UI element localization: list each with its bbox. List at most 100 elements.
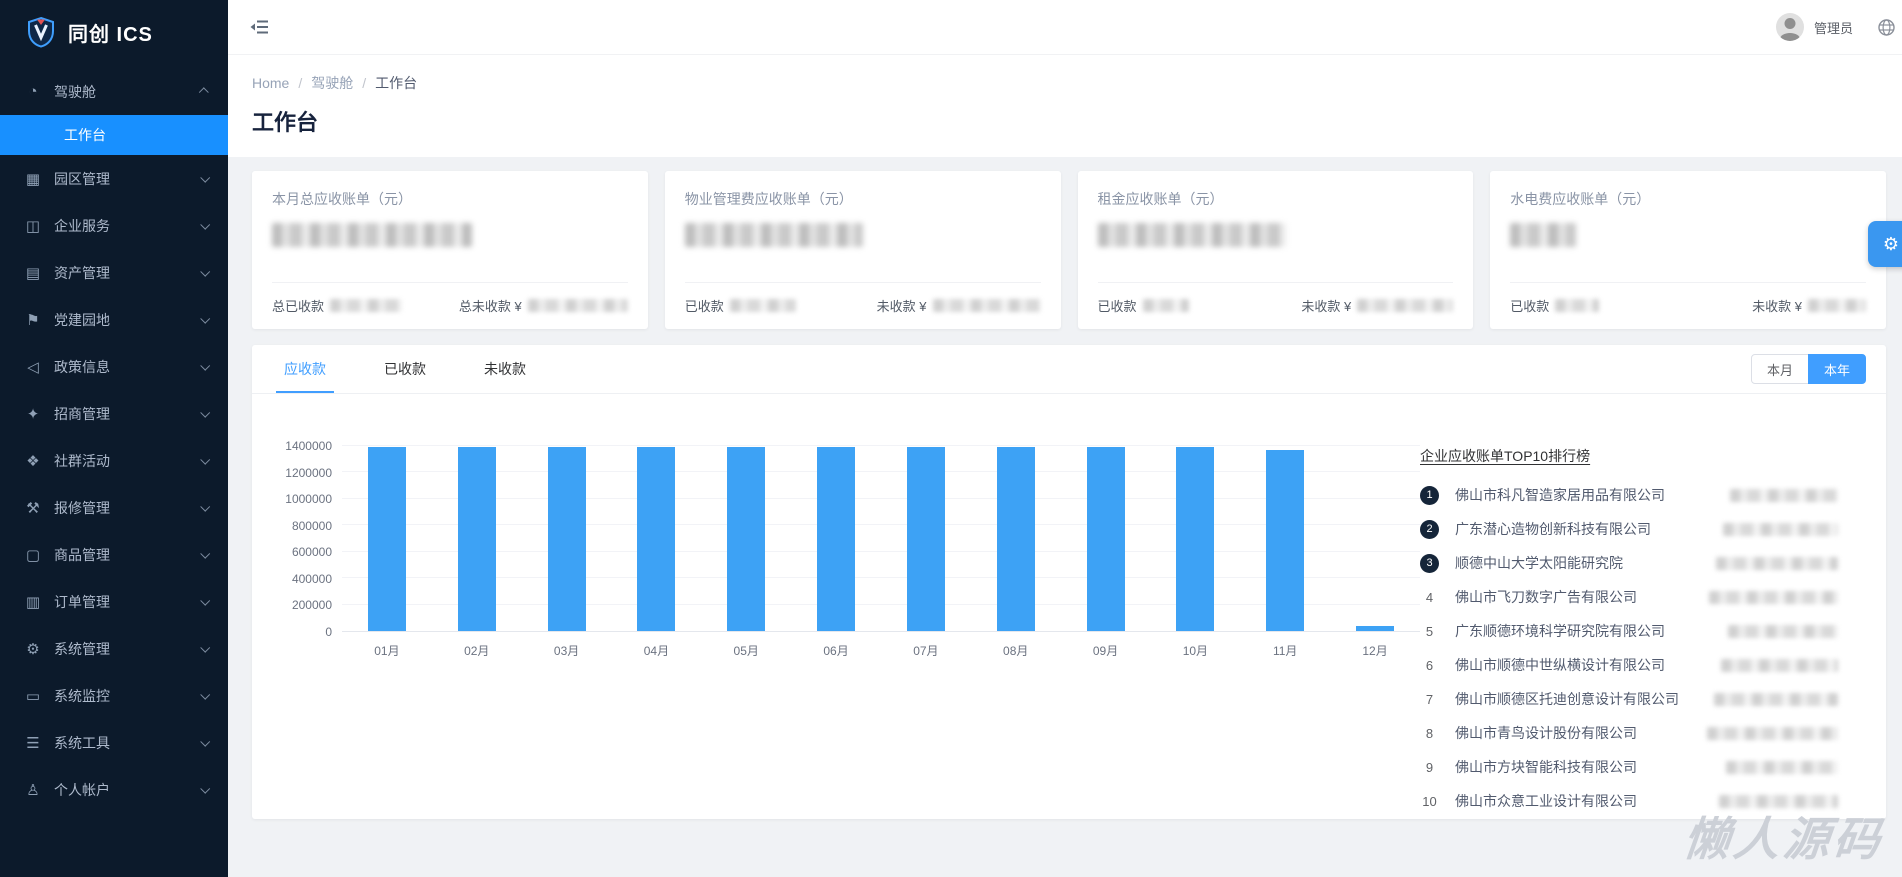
breadcrumb-item: 工作台 bbox=[375, 75, 418, 91]
redacted-value bbox=[684, 223, 863, 247]
sidebar-subitem-workbench[interactable]: 工作台 bbox=[0, 115, 228, 155]
x-tick-label: 06月 bbox=[823, 644, 849, 658]
footer-right-label: 未收款 ¥ bbox=[1301, 299, 1352, 314]
chevron-down-icon bbox=[200, 219, 211, 230]
footer-left-group: 已收款 bbox=[1098, 296, 1189, 315]
sidebar-item-investment[interactable]: ✦ 招商管理 bbox=[0, 390, 228, 437]
breadcrumb: Home / 驾驶舱 / 工作台 bbox=[252, 73, 1878, 93]
breadcrumb-separator: / bbox=[362, 75, 367, 91]
app-root: 同创 ICS ◔ 驾驶舱 工作台 ▦ 园区管理 ◫ 企业服务 ▤ 资产管理 ⚑ 党建园地 ◁ 政策信息 ✦… bbox=[0, 0, 1902, 877]
top10-row: 2 广东潜心造物创新科技有限公司 bbox=[1420, 512, 1838, 546]
admin-name[interactable]: 管理员 bbox=[1814, 18, 1853, 37]
community-icon: ❖ bbox=[26, 452, 40, 470]
company-name: 顺德中山大学太阳能研究院 bbox=[1455, 555, 1623, 571]
breadcrumb-item[interactable]: Home bbox=[252, 75, 289, 91]
chevron-down-icon bbox=[200, 595, 211, 606]
tab-received[interactable]: 已收款 bbox=[376, 345, 434, 393]
chevron-down-icon bbox=[200, 736, 211, 747]
footer-right-group: 总未收款 ¥ bbox=[459, 296, 628, 315]
breadcrumb-separator: / bbox=[298, 75, 303, 91]
top10-row: 9 佛山市方块智能科技有限公司 bbox=[1420, 750, 1838, 784]
footer-right-label: 未收款 ¥ bbox=[1752, 299, 1802, 314]
stat-card-utility: 水电费应收账单（元） 已收款 未收款 ¥ bbox=[1490, 171, 1886, 329]
sidebar-item-monitor[interactable]: ▭ 系统监控 bbox=[0, 672, 228, 719]
breadcrumb-item[interactable]: 驾驶舱 bbox=[311, 73, 353, 93]
chart-x-axis: 01月 02月 03月 04月 05月 06月 07月 08月 09月 10月 11月 12月 bbox=[342, 632, 1420, 659]
avatar[interactable] bbox=[1775, 13, 1804, 41]
enterprise-icon: ◫ bbox=[25, 217, 41, 235]
y-tick-label: 200000 bbox=[291, 598, 332, 613]
logo[interactable]: 同创 ICS bbox=[0, 0, 228, 64]
chart-plot-column: 01月 02月 03月 04月 05月 06月 07月 08月 09月 10月 11月 12月 bbox=[342, 445, 1420, 659]
sidebar-item-party[interactable]: ⚑ 党建园地 bbox=[0, 296, 228, 343]
x-tick-label: 03月 bbox=[553, 644, 580, 658]
bar-10月 bbox=[1176, 447, 1215, 631]
sidebar-item-asset[interactable]: ▤ 资产管理 bbox=[0, 249, 228, 296]
footer-left-label: 已收款 bbox=[1097, 299, 1137, 314]
period-button-month[interactable]: 本月 bbox=[1750, 354, 1809, 384]
sidebar-item-label: 订单管理 bbox=[54, 593, 110, 610]
page-title: 工作台 bbox=[252, 110, 319, 135]
bar-07月 bbox=[906, 447, 945, 631]
sidebar-item-community[interactable]: ❖ 社群活动 bbox=[0, 437, 228, 484]
order-icon: ▥ bbox=[25, 593, 41, 611]
bar-column bbox=[611, 446, 701, 631]
footer-right-group: 未收款 ¥ bbox=[1301, 296, 1454, 315]
x-tick-label: 11月 bbox=[1272, 644, 1298, 658]
sidebar-item-label: 资产管理 bbox=[54, 264, 110, 281]
redacted-amount bbox=[1709, 590, 1838, 604]
top10-row: 5 广东顺德环境科学研究院有限公司 bbox=[1420, 614, 1838, 648]
settings-fab[interactable]: ⚙ bbox=[1868, 221, 1902, 267]
main-panel: 应收款 已收款 未收款 本月 本年 0 200000 400000 600000 800000… bbox=[252, 345, 1886, 819]
sidebar-item-tools[interactable]: ☰ 系统工具 bbox=[0, 719, 228, 766]
sidebar-item-policy[interactable]: ◁ 政策信息 bbox=[0, 343, 228, 390]
rank-badge: 9 bbox=[1425, 759, 1434, 775]
redacted-amount bbox=[1707, 726, 1838, 740]
redacted-amount bbox=[1719, 794, 1838, 808]
fold-sidebar-icon[interactable] bbox=[250, 19, 269, 35]
stat-card-title: 物业管理费应收账单（元） bbox=[684, 191, 853, 207]
globe-icon[interactable] bbox=[1877, 18, 1896, 37]
sidebar-item-label: 系统管理 bbox=[54, 640, 110, 657]
redacted-value bbox=[932, 299, 1041, 312]
top10-row: 8 佛山市青鸟设计股份有限公司 bbox=[1420, 716, 1838, 750]
stat-card-footer: 已收款 未收款 ¥ bbox=[684, 282, 1041, 329]
receivable-bar-chart: 0 200000 400000 600000 800000 1000000 1200000 1… bbox=[278, 439, 1420, 819]
top10-row: 4 佛山市飞刀数字广告有限公司 bbox=[1420, 580, 1838, 614]
chart-plot bbox=[342, 445, 1420, 632]
sidebar-item-label: 招商管理 bbox=[54, 405, 110, 422]
sidebar-item-enterprise[interactable]: ◫ 企业服务 bbox=[0, 202, 228, 249]
period-button-year[interactable]: 本年 bbox=[1807, 354, 1866, 384]
period-toggle: 本月 本年 bbox=[1750, 354, 1866, 384]
tab-receivable[interactable]: 应收款 bbox=[276, 345, 334, 393]
sidebar-item-label: 园区管理 bbox=[54, 170, 110, 187]
page-head: Home / 驾驶舱 / 工作台 工作台 bbox=[228, 55, 1902, 157]
x-tick-label: 05月 bbox=[733, 644, 759, 658]
sidebar-item-goods[interactable]: ▢ 商品管理 bbox=[0, 531, 228, 578]
footer-right-group: 未收款 ¥ bbox=[877, 296, 1041, 315]
sidebar-item-park[interactable]: ▦ 园区管理 bbox=[0, 155, 228, 202]
chevron-down-icon bbox=[200, 501, 211, 512]
tab-unpaid[interactable]: 未收款 bbox=[476, 345, 534, 393]
sidebar-item-repair[interactable]: ⚒ 报修管理 bbox=[0, 484, 228, 531]
sidebar-item-account[interactable]: ♙ 个人帐户 bbox=[0, 766, 228, 813]
main-column: 管理员 Home / 驾驶舱 / 工作台 工作台 本月总应收账单（元） 总已收款 总未收款 … bbox=[228, 0, 1902, 877]
footer-right-label: 总未收款 ¥ bbox=[458, 299, 522, 314]
asset-icon: ▤ bbox=[25, 264, 41, 282]
rank-badge: 5 bbox=[1425, 623, 1434, 639]
footer-left-group: 总已收款 bbox=[272, 296, 403, 315]
redacted-value bbox=[1357, 299, 1454, 312]
sidebar-item-label: 商品管理 bbox=[54, 546, 110, 563]
sidebar-item-dashboard[interactable]: ◔ 驾驶舱 bbox=[0, 68, 228, 115]
bar-12月 bbox=[1356, 625, 1395, 631]
bar-column bbox=[701, 446, 791, 631]
bar-04月 bbox=[637, 447, 676, 631]
rank-badge: 6 bbox=[1425, 657, 1434, 673]
sidebar-item-system[interactable]: ⚙ 系统管理 bbox=[0, 625, 228, 672]
redacted-amount bbox=[1723, 522, 1838, 536]
sidebar-item-order[interactable]: ▥ 订单管理 bbox=[0, 578, 228, 625]
system-icon: ⚙ bbox=[26, 640, 40, 658]
redacted-value bbox=[527, 299, 628, 312]
park-icon: ▦ bbox=[25, 170, 41, 188]
redacted-amount bbox=[1716, 556, 1838, 570]
